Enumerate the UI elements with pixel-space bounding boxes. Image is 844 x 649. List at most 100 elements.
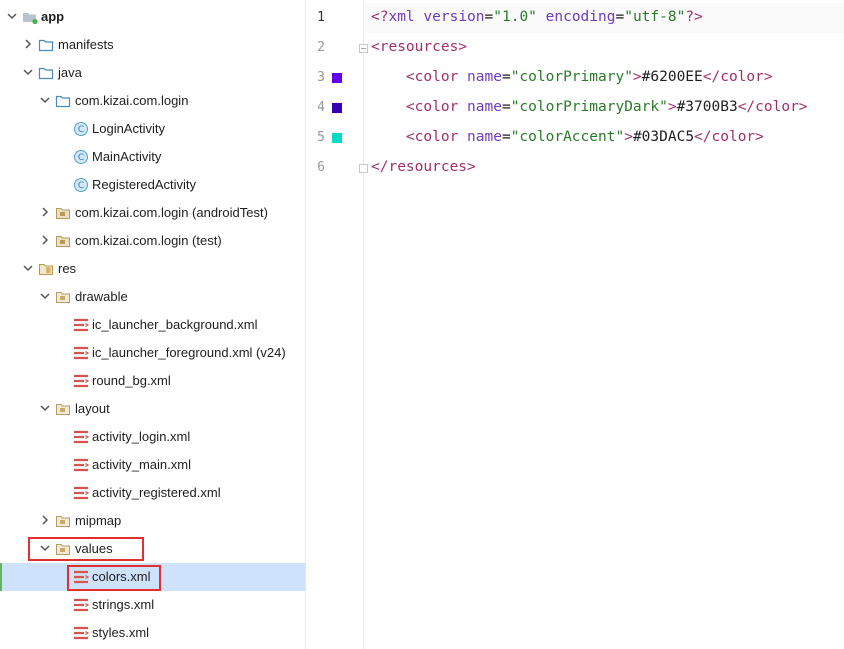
tree-item-label: activity_login.xml <box>92 429 191 444</box>
xml-attr-name: name <box>467 129 502 145</box>
tree-item-label: RegisteredActivity <box>92 177 197 192</box>
line-number: 4 <box>317 100 325 115</box>
chevron-right-icon[interactable] <box>38 205 52 219</box>
tree-item-label: res <box>58 261 77 276</box>
xml-file-icon <box>74 430 89 444</box>
code-line[interactable]: 1 <?xml version="1.0" encoding="utf-8"?> <box>307 3 844 33</box>
tree-item-xml-file[interactable]: activity_registered.xml <box>0 479 305 507</box>
chevron-down-icon[interactable] <box>21 65 35 79</box>
tree-item-package-test[interactable]: com.kizai.com.login (test) <box>0 227 305 255</box>
code-line[interactable]: 3 <color name="colorPrimary">#6200EE</co… <box>307 63 844 93</box>
tree-item-label: ic_launcher_foreground.xml (v24) <box>92 345 286 360</box>
tree-item-label: styles.xml <box>92 625 150 640</box>
xml-prolog-close: ?> <box>685 9 703 25</box>
color-swatch-icon[interactable] <box>332 133 342 143</box>
xml-attr-name: name <box>467 99 502 115</box>
tree-item-xml-file[interactable]: activity_main.xml <box>0 451 305 479</box>
xml-file-icon <box>74 598 89 612</box>
fold-end-icon[interactable] <box>359 164 368 173</box>
xml-attr-value: "colorPrimary" <box>510 69 633 85</box>
folder-icon <box>56 208 70 219</box>
resource-folder-icon <box>39 264 53 275</box>
tree-item-label: round_bg.xml <box>92 373 171 388</box>
xml-attr-value: "colorPrimaryDark" <box>510 99 668 115</box>
xml-tag: <resources> <box>371 39 468 55</box>
highlight-box-values <box>28 537 144 561</box>
tree-item-package[interactable]: com.kizai.com.login <box>0 87 305 115</box>
tree-item-xml-file[interactable]: round_bg.xml <box>0 367 305 395</box>
color-swatch-icon[interactable] <box>332 103 342 113</box>
tree-item-mipmap[interactable]: mipmap <box>0 507 305 535</box>
chevron-down-icon[interactable] <box>5 9 19 23</box>
code-line[interactable]: 2 <resources> <box>307 33 844 63</box>
tree-item-class[interactable]: C RegisteredActivity <box>0 171 305 199</box>
code-text[interactable]: <color name="colorPrimaryDark">#3700B3</… <box>371 99 808 116</box>
tree-item-label: strings.xml <box>92 597 155 612</box>
chevron-down-icon[interactable] <box>38 93 52 107</box>
xml-attr-name: version <box>423 9 485 25</box>
folder-icon <box>38 39 54 52</box>
tree-item-xml-file[interactable]: strings.xml <box>0 591 305 619</box>
chevron-right-icon[interactable] <box>38 513 52 527</box>
package-folder-icon <box>55 95 71 108</box>
xml-attr-value: "colorAccent" <box>510 129 625 145</box>
code-editor[interactable]: 1 <?xml version="1.0" encoding="utf-8"?>… <box>307 0 844 649</box>
tree-item-manifests[interactable]: manifests <box>0 31 305 59</box>
tree-item-xml-file[interactable]: ic_launcher_foreground.xml (v24) <box>0 339 305 367</box>
chevron-right-icon[interactable] <box>38 233 52 247</box>
equals-sign: = <box>615 9 625 25</box>
xml-tag: </color> <box>702 69 773 85</box>
tree-item-label: LoginActivity <box>92 121 165 136</box>
equals-sign: = <box>501 69 511 85</box>
chevron-down-icon[interactable] <box>38 289 52 303</box>
highlight-box-colors-xml <box>67 565 161 591</box>
code-text[interactable]: <color name="colorAccent">#03DAC5</color… <box>371 129 764 146</box>
equals-sign: = <box>501 99 511 115</box>
tree-item-xml-file[interactable]: activity_login.xml <box>0 423 305 451</box>
tree-item-app[interactable]: app <box>0 3 305 31</box>
tree-item-layout[interactable]: layout <box>0 395 305 423</box>
code-text[interactable]: <?xml version="1.0" encoding="utf-8"?> <box>371 9 703 26</box>
fold-minus-icon[interactable] <box>359 44 368 53</box>
tree-item-label: ic_launcher_background.xml <box>92 317 258 332</box>
line-number: 2 <box>317 40 325 55</box>
tree-item-res[interactable]: res <box>0 255 305 283</box>
tree-item-java[interactable]: java <box>0 59 305 87</box>
xml-attr-value: "utf-8" <box>624 9 686 25</box>
code-text[interactable]: </resources> <box>371 159 476 176</box>
tree-item-class[interactable]: C MainActivity <box>0 143 305 171</box>
tree-item-package-android-test[interactable]: com.kizai.com.login (androidTest) <box>0 199 305 227</box>
xml-tag: > <box>624 129 633 145</box>
code-line[interactable]: 4 <color name="colorPrimaryDark">#3700B3… <box>307 93 844 123</box>
tree-item-label: manifests <box>58 37 114 52</box>
chevron-down-icon[interactable] <box>21 261 35 275</box>
class-icon: C <box>74 178 88 192</box>
tree-item-class[interactable]: C LoginActivity <box>0 115 305 143</box>
line-number: 5 <box>317 130 325 145</box>
tree-item-label: com.kizai.com.login (test) <box>75 233 222 248</box>
folder-icon <box>56 516 70 527</box>
xml-keyword: xml <box>388 9 415 25</box>
code-line[interactable]: 5 <color name="colorAccent">#03DAC5</col… <box>307 123 844 153</box>
code-text[interactable]: <resources> <box>371 39 467 56</box>
xml-attr-name: encoding <box>545 9 616 25</box>
class-icon: C <box>74 150 88 164</box>
line-number: 1 <box>317 10 325 25</box>
xml-tag: > <box>632 69 642 85</box>
svg-text:C: C <box>78 153 84 163</box>
xml-prolog-open: <? <box>371 9 389 25</box>
chevron-right-icon[interactable] <box>21 37 35 51</box>
tree-item-xml-file[interactable]: ic_launcher_background.xml <box>0 311 305 339</box>
xml-tag: </resources> <box>371 159 476 175</box>
color-swatch-icon[interactable] <box>332 73 342 83</box>
code-line[interactable]: 6 </resources> <box>307 153 844 183</box>
code-text[interactable]: <color name="colorPrimary">#6200EE</colo… <box>371 69 773 86</box>
xml-attr-name: name <box>467 69 502 85</box>
tree-item-xml-file[interactable]: styles.xml <box>0 619 305 647</box>
tree-item-drawable[interactable]: drawable <box>0 283 305 311</box>
folder-icon <box>56 236 70 247</box>
class-icon: C <box>74 122 88 136</box>
chevron-down-icon[interactable] <box>38 401 52 415</box>
xml-attr-value: "1.0" <box>493 9 537 25</box>
xml-file-icon <box>74 486 89 500</box>
